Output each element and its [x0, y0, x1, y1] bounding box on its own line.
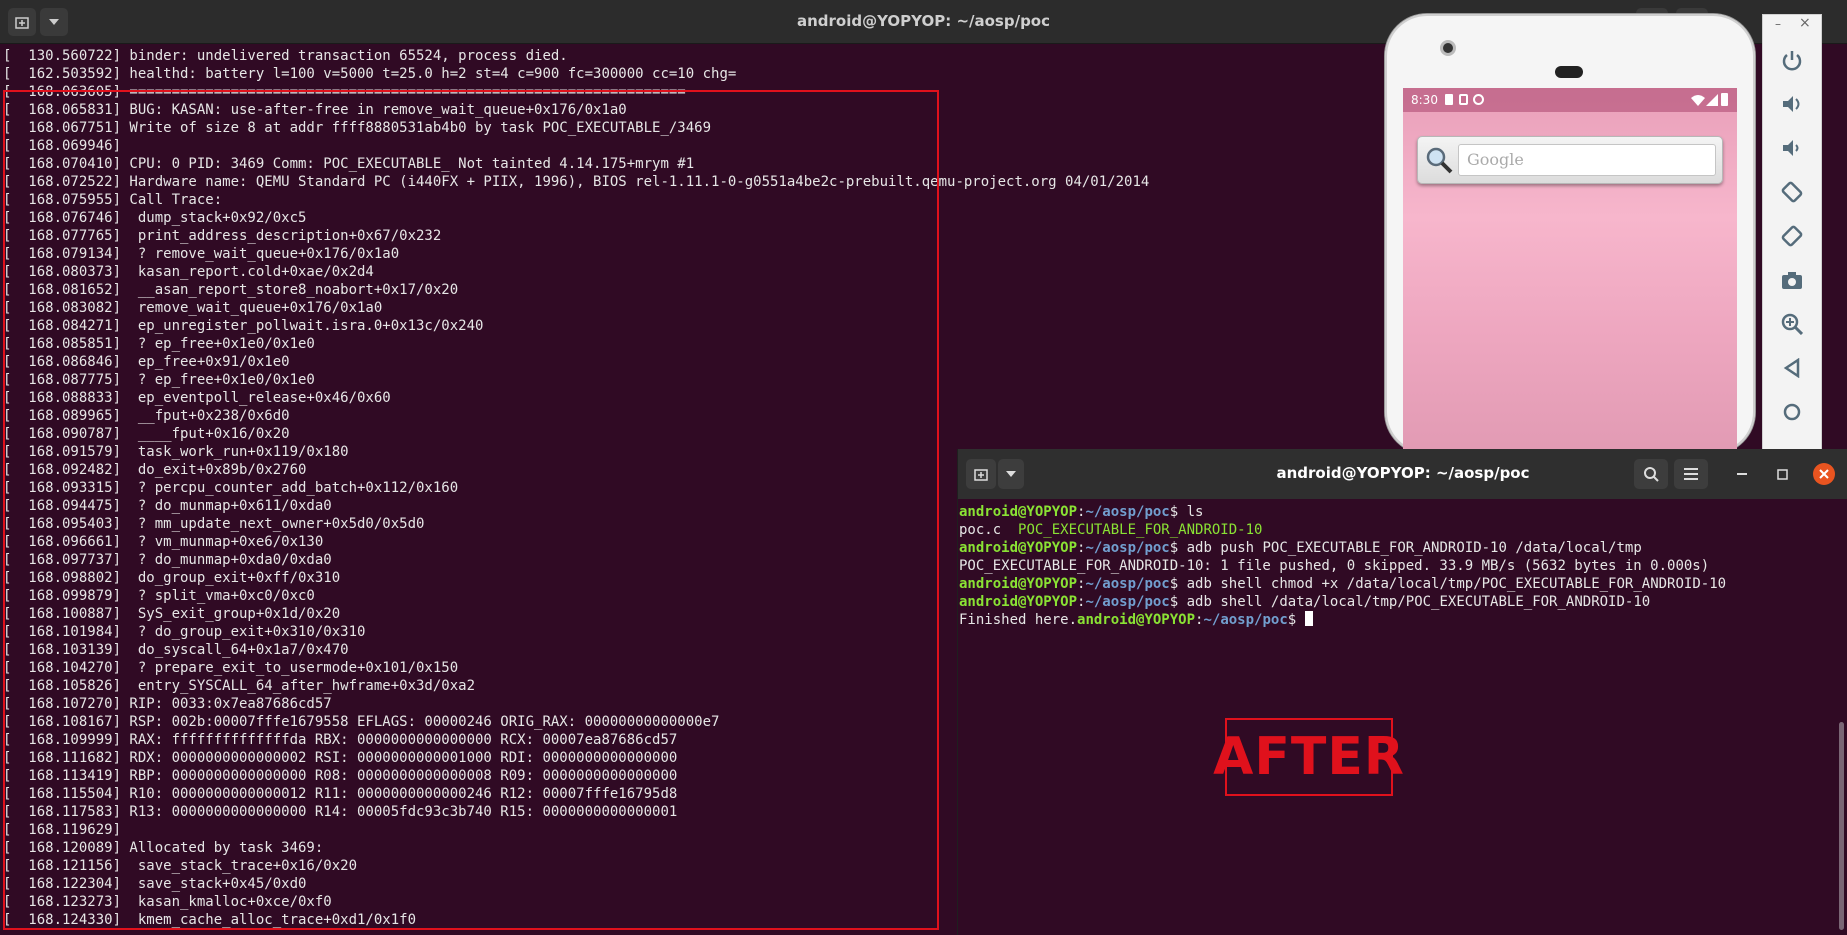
command-text [1296, 612, 1304, 628]
sync-icon [1473, 94, 1484, 105]
prompt-user: android@YOPYOP [959, 540, 1078, 556]
search-icon [1426, 147, 1453, 174]
prompt-dollar: $ [1169, 594, 1179, 610]
google-search-widget[interactable]: Google [1417, 136, 1723, 184]
screenshot-button[interactable] [1779, 267, 1805, 293]
camera-icon [1782, 272, 1802, 289]
t2-close-button[interactable] [1813, 463, 1835, 485]
status-bar: 8:30 [1403, 88, 1737, 112]
home-icon [1783, 403, 1801, 421]
dmesg-line: [ 162.503592] healthd: battery l=100 v=5… [3, 66, 737, 82]
close-icon [1819, 469, 1829, 479]
prompt-path: ~/aosp/poc [1203, 612, 1288, 628]
search-icon [1644, 467, 1659, 482]
prompt-dollar: $ [1169, 576, 1179, 592]
sim-icon [1445, 94, 1453, 105]
desktop: android@YOPYOP: ~/aosp/poc [ 130.560722]… [0, 0, 1847, 935]
emulator-minimize-button[interactable]: – [1775, 17, 1781, 31]
back-icon [1783, 358, 1800, 378]
secondary-terminal-titlebar: android@YOPYOP: ~/aosp/poc [958, 449, 1847, 499]
emulator-close-button[interactable]: × [1799, 15, 1811, 31]
t2-maximize-button[interactable] [1772, 464, 1792, 484]
rotate-left-button[interactable] [1779, 179, 1805, 205]
kasan-report-highlight-box [3, 90, 939, 930]
ls-file: poc.c [959, 522, 1002, 538]
volume-down-button[interactable] [1779, 135, 1805, 161]
terminal-line: android@YOPYOP:~/aosp/poc$ adb push POC_… [959, 539, 1642, 557]
terminal-line: Finished here.android@YOPYOP:~/aosp/poc$ [959, 611, 1313, 629]
t2-search-button[interactable] [1634, 459, 1668, 489]
maximize-icon [1776, 468, 1788, 480]
prompt-user: android@YOPYOP [959, 594, 1078, 610]
wifi-icon [1691, 95, 1705, 106]
sd-card-icon [1459, 94, 1468, 105]
command-text: adb shell chmod +x /data/local/tmp/POC_E… [1178, 576, 1727, 592]
zoom-button[interactable] [1779, 311, 1805, 337]
terminal-line: poc.c POC_EXECUTABLE_FOR_ANDROID-10 [959, 521, 1262, 539]
minimize-icon [1737, 473, 1747, 475]
emulator-device-frame: 8:30 Google [1385, 14, 1755, 458]
push-output: POC_EXECUTABLE_FOR_ANDROID-10: 1 file pu… [959, 558, 1710, 574]
terminal-cursor [1304, 611, 1313, 626]
prompt-path: ~/aosp/poc [1085, 540, 1170, 556]
hamburger-icon [1684, 468, 1698, 480]
t2-minimize-button[interactable] [1732, 464, 1752, 484]
earpiece-speaker [1555, 66, 1583, 78]
power-icon [1782, 51, 1802, 71]
dmesg-line: [ 130.560722] binder: undelivered transa… [3, 48, 568, 64]
power-button[interactable] [1779, 47, 1805, 73]
terminal-line: android@YOPYOP:~/aosp/poc$ adb shell chm… [959, 575, 1726, 593]
command-text: adb push POC_EXECUTABLE_FOR_ANDROID-10 /… [1178, 540, 1642, 556]
zoom-icon [1781, 313, 1803, 335]
command-text: ls [1178, 504, 1204, 520]
prompt-user: android@YOPYOP [959, 576, 1078, 592]
emulator-screen[interactable]: 8:30 Google [1403, 88, 1737, 458]
prompt-dollar: $ [1169, 504, 1179, 520]
volume-up-icon [1783, 96, 1800, 112]
prompt-path: ~/aosp/poc [1085, 504, 1170, 520]
prompt-path: ~/aosp/poc [1085, 576, 1170, 592]
prompt-user: android@YOPYOP [1077, 612, 1196, 628]
terminal-line: android@YOPYOP:~/aosp/poc$ adb shell /da… [959, 593, 1650, 611]
prompt-path: ~/aosp/poc [1085, 594, 1170, 610]
finished-text: Finished here. [959, 612, 1078, 628]
prompt-user: android@YOPYOP [959, 504, 1078, 520]
signal-icon [1706, 94, 1718, 106]
terminal-line: POC_EXECUTABLE_FOR_ANDROID-10: 1 file pu… [959, 557, 1709, 575]
battery-icon [1721, 93, 1728, 106]
rotate-right-icon [1781, 225, 1803, 247]
secondary-terminal-window: android@YOPYOP: ~/aosp/poc android@YOPYO… [957, 449, 1847, 935]
prompt-dollar: $ [1169, 540, 1179, 556]
ls-executable: POC_EXECUTABLE_FOR_ANDROID-10 [1018, 522, 1263, 538]
emulator-control-panel: – × [1762, 14, 1822, 454]
t2-hamburger-menu-button[interactable] [1674, 459, 1708, 489]
status-time: 8:30 [1411, 93, 1438, 107]
home-button[interactable] [1779, 399, 1805, 425]
volume-down-icon [1783, 140, 1799, 156]
back-button[interactable] [1779, 355, 1805, 381]
command-text: adb shell /data/local/tmp/POC_EXECUTABLE… [1178, 594, 1651, 610]
front-camera [1440, 40, 1456, 56]
volume-up-button[interactable] [1779, 91, 1805, 117]
prompt-dollar: $ [1287, 612, 1297, 628]
secondary-terminal-scrollbar[interactable] [1839, 722, 1844, 930]
terminal-line: android@YOPYOP:~/aosp/poc$ ls [959, 503, 1203, 521]
secondary-terminal-body[interactable]: android@YOPYOP:~/aosp/poc$ ls poc.c POC_E… [958, 499, 1847, 935]
after-annotation-label: AFTER [1213, 718, 1404, 796]
rotate-left-icon [1781, 181, 1803, 203]
rotate-right-button[interactable] [1779, 223, 1805, 249]
secondary-terminal-title: android@YOPYOP: ~/aosp/poc [1276, 464, 1530, 482]
search-input[interactable]: Google [1458, 144, 1716, 176]
